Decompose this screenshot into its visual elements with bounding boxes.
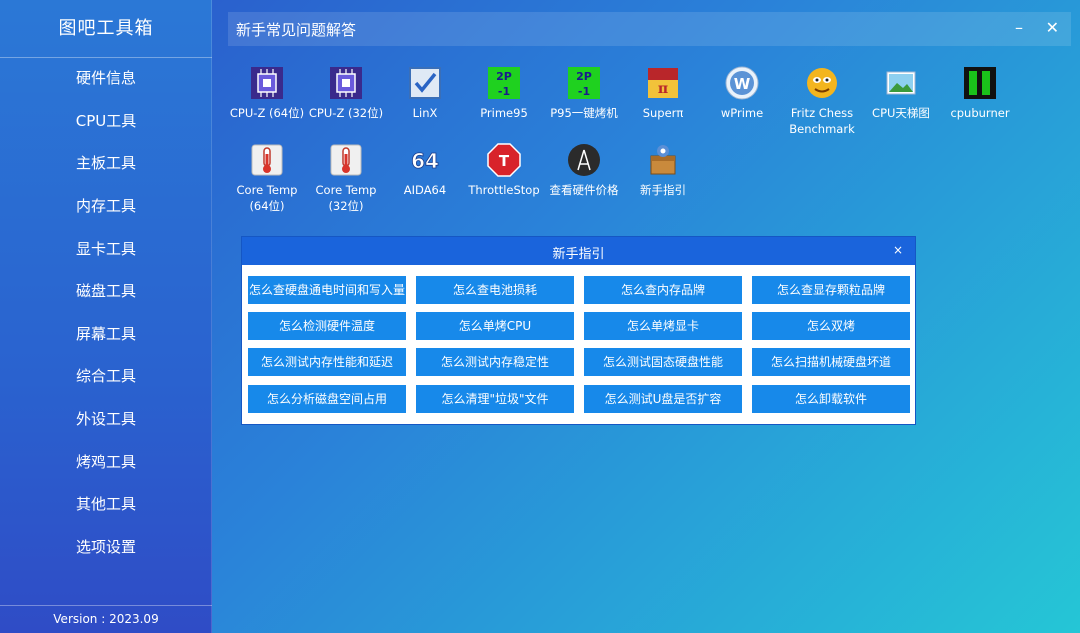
tool-throttlestop[interactable]: T ThrottleStop <box>463 142 545 198</box>
wprime-icon: W <box>725 66 759 100</box>
tool-label: Core Temp (64位) <box>236 183 298 213</box>
sidebar-item-memory-tools[interactable]: 内存工具 <box>0 185 212 227</box>
tool-label: Superπ <box>642 106 684 120</box>
tool-label: cpuburner <box>950 106 1010 120</box>
tool-p95-oneclick[interactable]: 2P -1 P95一键烤机 <box>543 65 625 121</box>
tool-label: Prime95 <box>480 106 528 120</box>
tool-label: CPU-Z (32位) <box>308 106 384 120</box>
sidebar-divider <box>0 605 212 606</box>
tool-label: AIDA64 <box>403 183 447 197</box>
tool-coretemp-32[interactable]: Core Temp (32位) <box>305 142 387 214</box>
tool-label: wPrime <box>720 106 764 120</box>
guide-button[interactable]: 怎么单烤CPU <box>416 312 574 340</box>
svg-text:2P: 2P <box>576 70 592 83</box>
sidebar-item-stress-tools[interactable]: 烤鸡工具 <box>0 441 212 483</box>
guide-button[interactable]: 怎么测试U盘是否扩容 <box>584 385 742 413</box>
guide-button[interactable]: 怎么查显存颗粒品牌 <box>752 276 910 304</box>
dialog-header: 新手指引 × <box>242 237 915 265</box>
prime95-icon: 2P-1 <box>568 67 600 99</box>
guide-button[interactable]: 怎么查内存品牌 <box>584 276 742 304</box>
svg-text:W: W <box>734 75 751 93</box>
sidebar-item-general-tools[interactable]: 综合工具 <box>0 355 212 397</box>
cpuburner-icon <box>964 67 996 99</box>
page-title: 新手常见问题解答 <box>236 21 357 39</box>
tool-label: Fritz Chess Benchmark <box>789 106 855 136</box>
tool-label: P95一键烤机 <box>550 106 618 120</box>
guide-icon <box>650 145 676 175</box>
guide-dialog: 新手指引 × 怎么查硬盘通电时间和写入量 怎么查电池损耗 怎么查内存品牌 怎么查… <box>241 236 916 425</box>
tool-label: CPU天梯图 <box>872 106 930 120</box>
guide-button[interactable]: 怎么单烤显卡 <box>584 312 742 340</box>
fritz-chess-icon <box>807 68 837 98</box>
tool-label: 新手指引 <box>640 183 686 197</box>
tool-coretemp-64[interactable]: Core Temp (64位) <box>226 142 308 214</box>
tool-wprime[interactable]: W wPrime <box>701 65 783 121</box>
guide-button[interactable]: 怎么测试固态硬盘性能 <box>584 348 742 376</box>
sidebar-item-other-tools[interactable]: 其他工具 <box>0 483 212 525</box>
cpu-z-icon <box>330 67 362 99</box>
tool-label: CPU-Z (64位) <box>229 106 305 120</box>
guide-button[interactable]: 怎么检测硬件温度 <box>248 312 406 340</box>
tool-fritz-chess[interactable]: Fritz Chess Benchmark <box>781 65 863 137</box>
dialog-close-button[interactable]: × <box>893 243 903 257</box>
linx-icon <box>409 67 441 99</box>
guide-button[interactable]: 怎么双烤 <box>752 312 910 340</box>
guide-button[interactable]: 怎么查电池损耗 <box>416 276 574 304</box>
tool-cpuz-32[interactable]: CPU-Z (32位) <box>305 65 387 121</box>
cpu-z-icon <box>251 67 283 99</box>
superpi-icon: π <box>648 68 678 98</box>
stop-sign-icon: T <box>487 143 521 177</box>
tool-cpuz-64[interactable]: CPU-Z (64位) <box>226 65 308 121</box>
sidebar-item-screen-tools[interactable]: 屏幕工具 <box>0 313 212 355</box>
sidebar-item-peripheral-tools[interactable]: 外设工具 <box>0 398 212 440</box>
minimize-button[interactable]: – <box>1015 18 1023 37</box>
version-label: Version : 2023.09 <box>53 612 159 626</box>
guide-button[interactable]: 怎么测试内存稳定性 <box>416 348 574 376</box>
price-icon <box>568 144 600 176</box>
sidebar-item-settings[interactable]: 选项设置 <box>0 526 212 568</box>
guide-button[interactable]: 怎么查硬盘通电时间和写入量 <box>248 276 406 304</box>
tool-prime95[interactable]: 2P -1 Prime95 <box>463 65 545 121</box>
sidebar: 图吧工具箱 硬件信息 CPU工具 主板工具 内存工具 显卡工具 磁盘工具 屏幕工… <box>0 0 212 633</box>
tool-hardware-price[interactable]: 查看硬件价格 <box>543 142 625 198</box>
svg-text:-1: -1 <box>578 85 590 98</box>
sidebar-item-disk-tools[interactable]: 磁盘工具 <box>0 270 212 312</box>
guide-button[interactable]: 怎么扫描机械硬盘坏道 <box>752 348 910 376</box>
tool-linx[interactable]: LinX <box>384 65 466 121</box>
svg-text:64: 64 <box>411 149 439 173</box>
tool-label: Core Temp (32位) <box>315 183 377 213</box>
tool-label: 查看硬件价格 <box>549 183 619 197</box>
thermometer-icon <box>330 144 362 176</box>
sidebar-item-hardware-info[interactable]: 硬件信息 <box>0 57 212 99</box>
guide-button[interactable]: 怎么卸载软件 <box>752 385 910 413</box>
tool-cpu-ladder[interactable]: CPU天梯图 <box>860 65 942 121</box>
guide-button[interactable]: 怎么分析磁盘空间占用 <box>248 385 406 413</box>
title-bar: 新手常见问题解答 – ✕ <box>228 12 1071 46</box>
tool-beginner-guide[interactable]: 新手指引 <box>622 142 704 198</box>
guide-button[interactable]: 怎么测试内存性能和延迟 <box>248 348 406 376</box>
sidebar-item-gpu-tools[interactable]: 显卡工具 <box>0 228 212 270</box>
dialog-title: 新手指引 <box>552 247 605 262</box>
svg-text:2P: 2P <box>496 70 512 83</box>
thermometer-icon <box>251 144 283 176</box>
prime95-icon: 2P-1 <box>488 67 520 99</box>
tool-cpuburner[interactable]: cpuburner <box>939 65 1021 121</box>
tool-aida64[interactable]: 64 AIDA64 <box>384 142 466 198</box>
picture-icon <box>886 71 916 95</box>
sidebar-item-cpu-tools[interactable]: CPU工具 <box>0 100 212 142</box>
guide-button[interactable]: 怎么清理"垃圾"文件 <box>416 385 574 413</box>
svg-text:-1: -1 <box>498 85 510 98</box>
tool-label: LinX <box>412 106 438 120</box>
sidebar-item-motherboard-tools[interactable]: 主板工具 <box>0 142 212 184</box>
svg-text:π: π <box>658 81 668 97</box>
app-title: 图吧工具箱 <box>58 18 154 39</box>
aida64-icon: 64 <box>411 149 440 174</box>
tool-superpi[interactable]: π Superπ <box>622 65 704 121</box>
tool-label: ThrottleStop <box>468 183 540 197</box>
svg-text:T: T <box>499 152 510 170</box>
close-button[interactable]: ✕ <box>1046 18 1059 37</box>
